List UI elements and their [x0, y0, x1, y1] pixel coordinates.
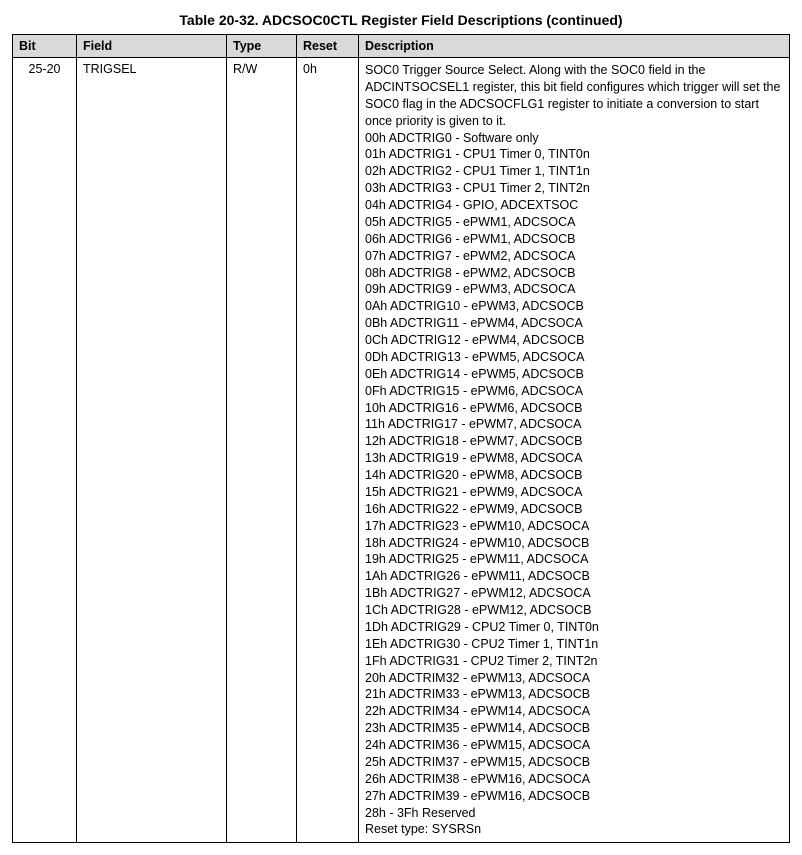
table-header-row: Bit Field Type Reset Description: [13, 35, 790, 58]
cell-field: TRIGSEL: [77, 58, 227, 843]
cell-description: SOC0 Trigger Source Select. Along with t…: [359, 58, 790, 843]
register-field-table: Bit Field Type Reset Description 25-20 T…: [12, 34, 790, 843]
col-header-description: Description: [359, 35, 790, 58]
table-row: 25-20 TRIGSEL R/W 0h SOC0 Trigger Source…: [13, 58, 790, 843]
description-text: SOC0 Trigger Source Select. Along with t…: [365, 62, 783, 838]
col-header-reset: Reset: [297, 35, 359, 58]
table-title: Table 20-32. ADCSOC0CTL Register Field D…: [12, 12, 790, 28]
cell-reset: 0h: [297, 58, 359, 843]
col-header-field: Field: [77, 35, 227, 58]
col-header-type: Type: [227, 35, 297, 58]
col-header-bit: Bit: [13, 35, 77, 58]
cell-type: R/W: [227, 58, 297, 843]
cell-bit: 25-20: [13, 58, 77, 843]
